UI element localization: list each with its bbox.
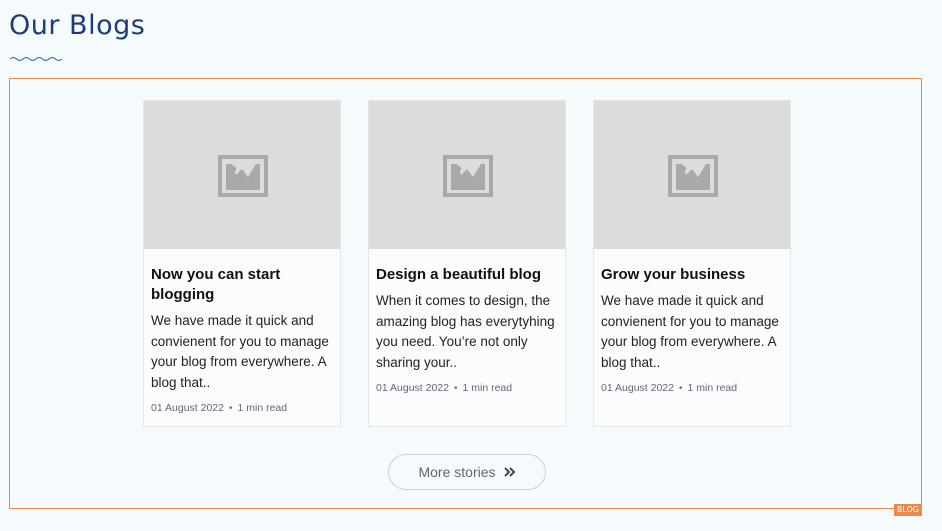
image-placeholder-icon bbox=[443, 155, 493, 197]
meta-separator: • bbox=[678, 382, 683, 394]
blog-card-title[interactable]: Now you can start blogging bbox=[151, 265, 333, 305]
meta-separator: • bbox=[453, 382, 458, 394]
blog-card[interactable]: Now you can start blogging We have made … bbox=[143, 100, 341, 427]
more-stories-button[interactable]: More stories bbox=[388, 454, 546, 490]
blog-card[interactable]: Grow your business We have made it quick… bbox=[593, 100, 791, 427]
blog-thumbnail[interactable] bbox=[594, 101, 790, 249]
blog-card-excerpt: When it comes to design, the amazing blo… bbox=[376, 293, 555, 370]
double-chevron-right-icon bbox=[503, 467, 515, 477]
blog-card-date: 01 August 2022 bbox=[151, 402, 224, 414]
blog-card-read-time: 1 min read bbox=[237, 402, 288, 414]
wave-divider-icon bbox=[10, 57, 62, 61]
image-placeholder-icon bbox=[218, 155, 268, 197]
blog-card-date: 01 August 2022 bbox=[601, 382, 674, 394]
section-tag: BLOG bbox=[893, 504, 922, 516]
blog-card-excerpt: We have made it quick and convienent for… bbox=[151, 313, 329, 390]
meta-separator: • bbox=[228, 402, 233, 414]
blog-thumbnail[interactable] bbox=[144, 101, 340, 249]
blog-card[interactable]: Design a beautiful blog When it comes to… bbox=[368, 100, 566, 427]
blog-card-meta: 01 August 2022 • 1 min read bbox=[151, 402, 333, 414]
blog-card-date: 01 August 2022 bbox=[376, 382, 449, 394]
blog-card-excerpt: We have made it quick and convienent for… bbox=[601, 293, 779, 370]
blog-card-read-time: 1 min read bbox=[687, 382, 738, 394]
blog-card-meta: 01 August 2022 • 1 min read bbox=[376, 382, 558, 394]
blog-card-meta: 01 August 2022 • 1 min read bbox=[601, 382, 783, 394]
blog-card-read-time: 1 min read bbox=[462, 382, 513, 394]
image-placeholder-icon bbox=[668, 155, 718, 197]
blog-card-title[interactable]: Grow your business bbox=[601, 265, 783, 285]
section-title: Our Blogs bbox=[9, 10, 146, 41]
blog-card-title[interactable]: Design a beautiful blog bbox=[376, 265, 558, 285]
more-stories-label: More stories bbox=[418, 464, 496, 480]
blog-thumbnail[interactable] bbox=[369, 101, 565, 249]
